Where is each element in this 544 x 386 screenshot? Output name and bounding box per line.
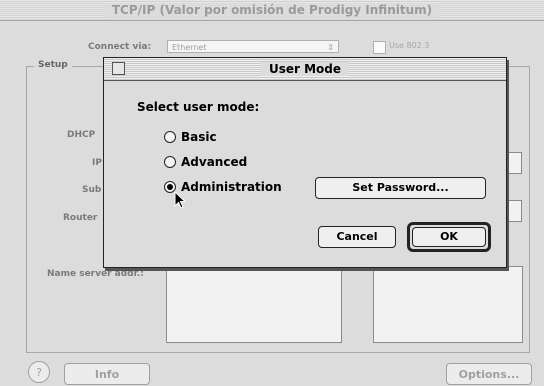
name-server-label: Name server addr.: [47,269,144,279]
popup-arrows-icon: ⇕ [327,43,334,52]
use-8023-checkbox[interactable] [373,41,386,54]
router-label: Router [63,213,98,223]
name-server-field[interactable] [166,266,342,343]
window-title: TCP/IP (Valor por omisión de Prodigy Inf… [0,3,544,17]
dialog-title: User Mode [104,62,506,76]
user-mode-dialog: User Mode Select user mode: Basic Advanc… [103,57,507,268]
radio-advanced-label: Advanced [181,155,248,169]
options-button[interactable]: Options... [446,363,532,385]
user-mode-prompt: Select user mode: [137,100,260,114]
ok-button[interactable]: OK [412,227,486,247]
ip-address-field[interactable] [508,152,522,174]
radio-button-icon[interactable] [164,131,176,143]
default-button-ring: OK [407,222,491,252]
subnet-label: Sub [82,185,102,195]
radio-basic[interactable]: Basic [164,129,217,145]
ip-label: IP [92,158,102,168]
use-8023-label: Use 802.3 [389,41,430,50]
radio-administration-label: Administration [181,180,282,194]
connect-via-label: Connect via: [88,42,152,52]
info-button[interactable]: Info [64,363,150,385]
help-icon[interactable]: ? [28,361,50,383]
setup-label: Setup [34,60,72,70]
search-domains-field[interactable] [373,266,523,343]
dhcp-label: DHCP [67,130,96,140]
connect-via-popup[interactable]: Ethernet ⇕ [167,40,339,53]
set-password-button[interactable]: Set Password... [315,177,486,199]
radio-advanced[interactable]: Advanced [164,154,247,170]
radio-basic-label: Basic [181,130,217,144]
connect-via-value: Ethernet [172,43,207,52]
router-address-field[interactable] [508,200,522,222]
mouse-pointer-icon [174,191,186,209]
radio-button-icon[interactable] [164,156,176,168]
cancel-button[interactable]: Cancel [318,226,396,248]
